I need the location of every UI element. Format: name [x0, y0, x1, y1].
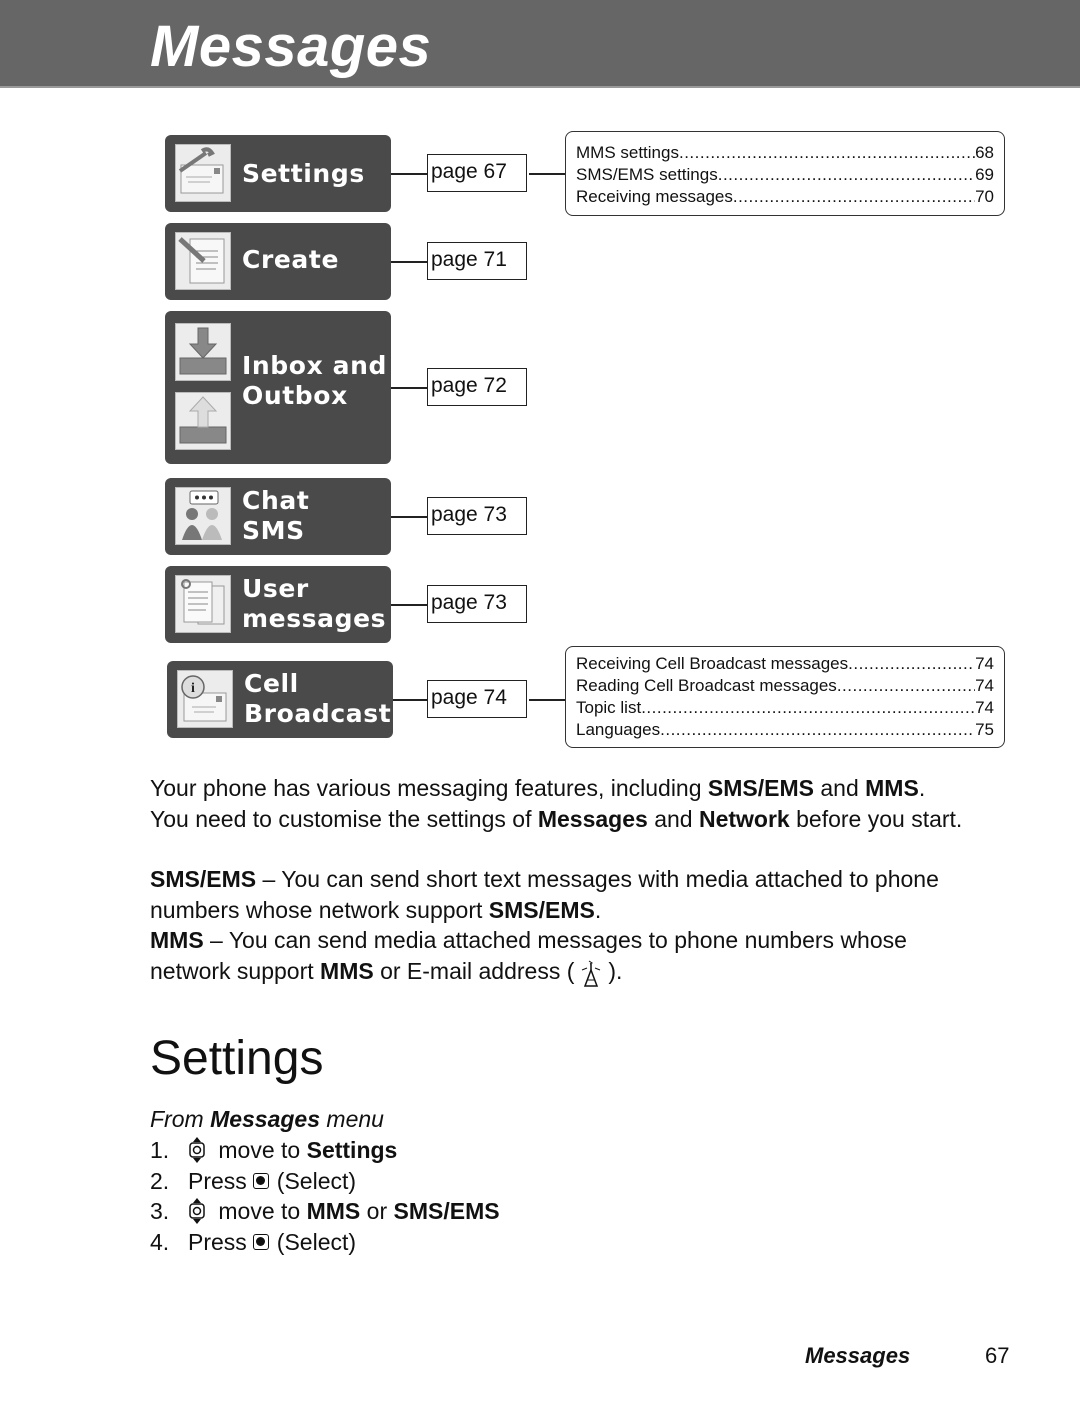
create-document-pencil-icon	[175, 232, 231, 290]
toc-page-number: 69	[975, 165, 994, 184]
toc-title: Receiving Cell Broadcast messages	[576, 654, 849, 673]
toc-box-settings: MMS settings 68 SMS/EMS settings 69 Receiv…	[565, 131, 1005, 216]
menu-tile-label: User messages	[242, 574, 387, 633]
page-reference-box: page 67	[427, 154, 527, 192]
menu-tile-user-messages: User messages	[165, 566, 391, 643]
toc-leader-dots	[733, 186, 975, 208]
step-number: 2.	[150, 1167, 170, 1194]
intro-paragraph: Your phone has various messaging feature…	[150, 775, 963, 832]
navigation-key-icon	[188, 1136, 206, 1164]
connector-line	[393, 699, 428, 701]
menu-tile-cell-broadcast: i Cell Broadcast	[167, 661, 393, 738]
connector-line	[391, 261, 428, 263]
toc-row: Reading Cell Broadcast messages 74	[576, 675, 994, 697]
toc-row: Languages 75	[576, 719, 994, 741]
settings-envelope-wrench-icon	[175, 144, 231, 202]
toc-leader-dots	[837, 675, 975, 697]
toc-title: SMS/EMS settings	[576, 165, 718, 184]
toc-page-number: 68	[975, 143, 994, 162]
toc-page-number: 70	[975, 187, 994, 206]
footer-section-name: Messages	[805, 1343, 911, 1368]
page-header-band: Messages	[0, 0, 1080, 88]
user-messages-documents-icon	[175, 575, 231, 633]
connector-line	[529, 699, 566, 701]
step-number: 4.	[150, 1228, 170, 1255]
toc-leader-dots	[641, 697, 975, 719]
chapter-title: Messages	[150, 14, 432, 79]
connector-line	[391, 604, 428, 606]
menu-tile-settings: Settings	[165, 135, 391, 212]
step-item: 1. move to Settings	[150, 1135, 500, 1166]
step-item: 2. Press (Select)	[150, 1166, 500, 1197]
menu-tile-chat-sms: Chat SMS	[165, 478, 391, 555]
menu-tile-label: Create	[242, 245, 340, 274]
svg-text:i: i	[191, 681, 195, 696]
step-item: 3. move to MMS or SMS/EMS	[150, 1196, 500, 1227]
menu-tile-label: Cell Broadcast	[244, 669, 392, 728]
menu-tile-label: Chat SMS	[242, 486, 310, 545]
toc-page-number: 75	[975, 720, 994, 739]
select-key-icon	[252, 1233, 269, 1250]
toc-row: Receiving Cell Broadcast messages 74	[576, 653, 994, 675]
outbox-tray-up-arrow-icon	[175, 392, 231, 450]
page-reference-box: page 74	[427, 680, 527, 718]
toc-leader-dots	[660, 719, 975, 741]
toc-row: Topic list 74	[576, 697, 994, 719]
email-antenna-icon	[576, 958, 606, 988]
step-number: 1.	[150, 1137, 170, 1163]
toc-title: Reading Cell Broadcast messages	[576, 676, 837, 695]
navigation-key-icon	[188, 1197, 206, 1225]
page-reference-box: page 71	[427, 242, 527, 280]
toc-leader-dots	[679, 142, 975, 164]
page-reference-box: page 73	[427, 585, 527, 623]
footer-page-number: 67	[985, 1343, 1010, 1368]
toc-title: MMS settings	[576, 143, 679, 162]
step-item: 4. Press (Select)	[150, 1227, 500, 1258]
select-key-icon	[252, 1172, 269, 1189]
toc-title: Languages	[576, 720, 661, 739]
toc-leader-dots	[718, 164, 975, 186]
instruction-steps: 1. move to Settings 2. Press (Select) 3. …	[150, 1135, 500, 1257]
connector-line	[529, 173, 566, 175]
connector-line	[391, 516, 428, 518]
toc-title: Topic list	[576, 698, 642, 717]
toc-page-number: 74	[975, 654, 994, 673]
toc-row: Receiving messages 70	[576, 186, 994, 208]
connector-line	[391, 387, 428, 389]
cell-broadcast-info-envelope-icon: i	[177, 670, 233, 728]
mms-description: MMS – You can send media attached messag…	[150, 925, 990, 988]
toc-row: SMS/EMS settings 69	[576, 164, 994, 186]
inbox-tray-down-arrow-icon	[175, 323, 231, 381]
menu-tile-label: Inbox and Outbox	[242, 351, 387, 410]
page-reference-box: page 72	[427, 368, 527, 406]
toc-title: Receiving messages	[576, 187, 733, 206]
toc-leader-dots	[848, 653, 975, 675]
connector-line	[391, 173, 428, 175]
menu-tile-inbox-outbox: Inbox and Outbox	[165, 311, 391, 464]
section-title: Settings	[150, 1032, 324, 1085]
step-number: 3.	[150, 1198, 170, 1224]
chat-people-bubble-icon	[175, 487, 231, 545]
toc-page-number: 74	[975, 698, 994, 717]
toc-box-cell-broadcast: Receiving Cell Broadcast messages 74 Rea…	[565, 646, 1005, 748]
from-menu-line: From Messages menu	[150, 1106, 384, 1132]
toc-row: MMS settings 68	[576, 142, 994, 164]
menu-tile-create: Create	[165, 223, 391, 300]
sms-ems-description: SMS/EMS – You can send short text messag…	[150, 866, 939, 923]
menu-tile-label: Settings	[242, 159, 365, 188]
toc-page-number: 74	[975, 676, 994, 695]
page-reference-box: page 73	[427, 497, 527, 535]
